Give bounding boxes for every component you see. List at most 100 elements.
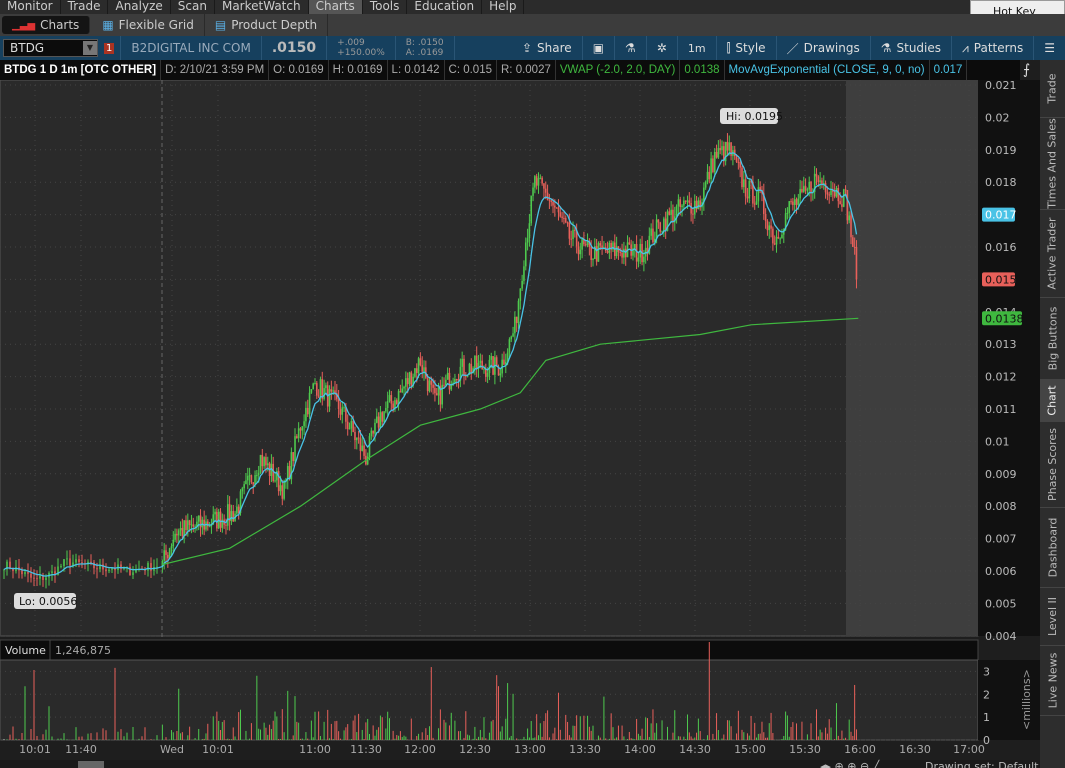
- menu-education[interactable]: Education: [407, 0, 483, 14]
- side-tab-times-and-sales[interactable]: Times And Sales: [1040, 118, 1065, 210]
- side-tab-active-trader[interactable]: Active Trader: [1040, 210, 1065, 298]
- y-tick-label: 0.008: [985, 500, 1017, 513]
- candle: [697, 200, 700, 210]
- drawings-label: Drawings: [803, 41, 860, 55]
- side-tab-big-buttons[interactable]: Big Buttons: [1040, 298, 1065, 380]
- side-tab-label: Times And Sales: [1046, 118, 1059, 209]
- candle: [788, 201, 791, 213]
- subtab-product-depth[interactable]: ▤ Product Depth: [205, 14, 329, 36]
- candle: [403, 386, 405, 389]
- menu-marketwatch[interactable]: MarketWatch: [215, 0, 309, 14]
- side-tab-dashboard[interactable]: Dashboard: [1040, 508, 1065, 588]
- candle: [852, 237, 854, 247]
- candle: [301, 426, 304, 431]
- candle: [246, 475, 249, 481]
- candle: [846, 190, 849, 221]
- menu-analyze[interactable]: Analyze: [108, 0, 171, 14]
- side-tab-live-news[interactable]: Live News: [1040, 646, 1065, 716]
- volume-tick: 2: [983, 688, 990, 701]
- chart-title: BTDG 1 D 1m [OTC OTHER]: [0, 60, 162, 80]
- candle: [577, 246, 580, 255]
- patterns-button[interactable]: ⩘ Patterns: [952, 36, 1035, 60]
- vwap-study-label[interactable]: VWAP (-2.0, 2.0, DAY): [556, 60, 681, 80]
- candle: [719, 148, 721, 151]
- candle: [252, 482, 255, 485]
- side-tab-trade[interactable]: Trade: [1040, 60, 1065, 118]
- menu-monitor[interactable]: Monitor: [0, 0, 61, 14]
- subtab-charts[interactable]: ▁▃▅ Charts: [2, 16, 91, 34]
- side-tab-phase-scores[interactable]: Phase Scores: [1040, 422, 1065, 508]
- high-label: Hi: 0.0195: [726, 110, 783, 123]
- side-tab-label: Big Buttons: [1046, 306, 1060, 371]
- candle: [621, 252, 623, 258]
- timeframe-button[interactable]: 1m: [678, 36, 717, 60]
- price-chart[interactable]: 0.0210.020.0190.0180.0170.0160.0150.0140…: [0, 80, 1040, 768]
- candle: [619, 251, 622, 253]
- candle: [181, 527, 184, 537]
- candle: [463, 358, 465, 376]
- candle: [663, 218, 665, 232]
- candle: [564, 217, 567, 223]
- menu-help[interactable]: Help: [482, 0, 525, 14]
- scrollbar-thumb[interactable]: [78, 761, 104, 768]
- candle: [623, 248, 625, 258]
- candle: [394, 400, 396, 409]
- candle: [521, 280, 523, 289]
- settings-button[interactable]: ✲: [647, 36, 678, 60]
- x-tick-label: 15:00: [734, 743, 766, 756]
- company-name: B2DIGITAL INC COM: [120, 36, 262, 60]
- ema-study-label[interactable]: MovAvgExponential (CLOSE, 9, 0, no): [725, 60, 930, 80]
- candle: [530, 195, 533, 224]
- candle: [78, 559, 80, 563]
- candle: [544, 188, 547, 193]
- drawings-button[interactable]: ／ Drawings: [777, 36, 871, 60]
- candle: [323, 388, 325, 399]
- bar-open: O: 0.0169: [269, 60, 329, 80]
- chevron-down-icon[interactable]: ▼: [83, 41, 97, 55]
- candle: [557, 207, 560, 213]
- menu-tools[interactable]: Tools: [363, 0, 408, 14]
- candle: [39, 575, 41, 579]
- candle: [225, 524, 227, 526]
- link-badge[interactable]: 1: [104, 42, 115, 54]
- candle: [248, 475, 251, 477]
- candle: [216, 511, 218, 529]
- subtab-flexible-grid[interactable]: ▦ Flexible Grid: [92, 14, 205, 36]
- candle: [566, 222, 569, 224]
- candle: [24, 571, 26, 575]
- flask-button[interactable]: ⚗: [615, 36, 647, 60]
- menu-button[interactable]: ☰: [1034, 36, 1065, 60]
- candle: [739, 162, 741, 168]
- side-tab-level-ii[interactable]: Level II: [1040, 588, 1065, 646]
- candle: [579, 249, 582, 255]
- candle: [815, 173, 818, 177]
- candle: [388, 395, 391, 402]
- candle: [385, 407, 387, 412]
- menu-trade[interactable]: Trade: [61, 0, 109, 14]
- menu-charts[interactable]: Charts: [308, 0, 363, 14]
- chart-info-bar: BTDG 1 D 1m [OTC OTHER] D: 2/10/21 3:59 …: [0, 60, 1020, 80]
- candle: [448, 372, 451, 390]
- future-area: [846, 80, 978, 636]
- candle: [826, 192, 829, 195]
- studies-button[interactable]: ⚗ Studies: [871, 36, 953, 60]
- candle: [524, 242, 527, 267]
- candle: [743, 179, 745, 188]
- x-tick-label: 13:00: [514, 743, 546, 756]
- x-tick-label: 10:01: [19, 743, 51, 756]
- style-button[interactable]: ⫿ Style: [717, 36, 777, 60]
- info-button[interactable]: ▣: [583, 36, 616, 60]
- candle: [561, 216, 563, 218]
- candle: [559, 212, 562, 217]
- symbol-input[interactable]: BTDG ▼: [3, 39, 98, 57]
- share-button[interactable]: ⇪ Share: [512, 36, 583, 60]
- candle: [226, 504, 229, 526]
- study-icon[interactable]: ⨍: [1023, 62, 1030, 78]
- menu-scan[interactable]: Scan: [171, 0, 215, 14]
- side-tab-chart[interactable]: Chart: [1040, 380, 1065, 422]
- candle: [474, 355, 476, 369]
- candle: [779, 238, 781, 240]
- candle: [552, 202, 554, 206]
- candle: [772, 228, 774, 244]
- candle: [93, 562, 95, 569]
